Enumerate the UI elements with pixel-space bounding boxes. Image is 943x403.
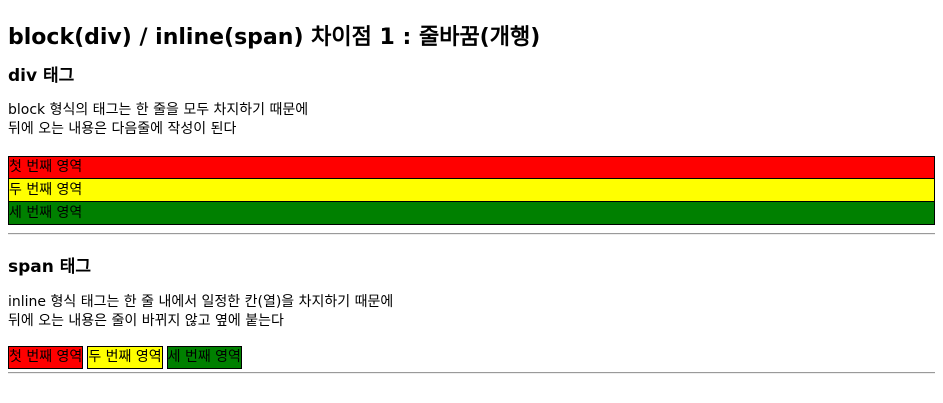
span-description-line-1: inline 형식 태그는 한 줄 내에서 일정한 칸(열)을 차지하기 때문에 bbox=[8, 294, 394, 310]
div-box-first: 첫 번째 영역 bbox=[8, 156, 935, 179]
span-description-line-2: 뒤에 오는 내용은 줄이 바뀌지 않고 옆에 붙는다 bbox=[8, 313, 284, 329]
div-box-second: 두 번째 영역 bbox=[8, 179, 935, 202]
page-content: block(div) / inline(span) 차이점 1 : 줄바꿈(개행… bbox=[0, 0, 943, 374]
div-description-line-1: block 형식의 태그는 한 줄을 모두 차지하기 때문에 bbox=[8, 102, 309, 118]
div-description-line-2: 뒤에 오는 내용은 다음줄에 작성이 된다 bbox=[8, 121, 237, 137]
section-divider bbox=[8, 233, 935, 235]
span-box-third: 세 번째 영역 bbox=[166, 346, 242, 369]
div-section-title: div 태그 bbox=[8, 66, 75, 86]
div-section-description: block 형식의 태그는 한 줄을 모두 차지하기 때문에 뒤에 오는 내용은… bbox=[8, 101, 935, 139]
page-title: block(div) / inline(span) 차이점 1 : 줄바꿈(개행… bbox=[8, 25, 541, 50]
div-block-area: 첫 번째 영역 두 번째 영역 세 번째 영역 bbox=[8, 156, 935, 225]
span-section-title: span 태그 bbox=[8, 257, 92, 277]
div-box-third: 세 번째 영역 bbox=[8, 202, 935, 225]
span-section-description: inline 형식 태그는 한 줄 내에서 일정한 칸(열)을 차지하기 때문에… bbox=[8, 293, 935, 331]
span-inline-area: 첫 번째 영역 두 번째 영역 세 번째 영역 bbox=[8, 346, 935, 369]
bottom-divider bbox=[8, 372, 935, 374]
span-box-first: 첫 번째 영역 bbox=[8, 346, 84, 369]
span-box-second: 두 번째 영역 bbox=[87, 346, 163, 369]
